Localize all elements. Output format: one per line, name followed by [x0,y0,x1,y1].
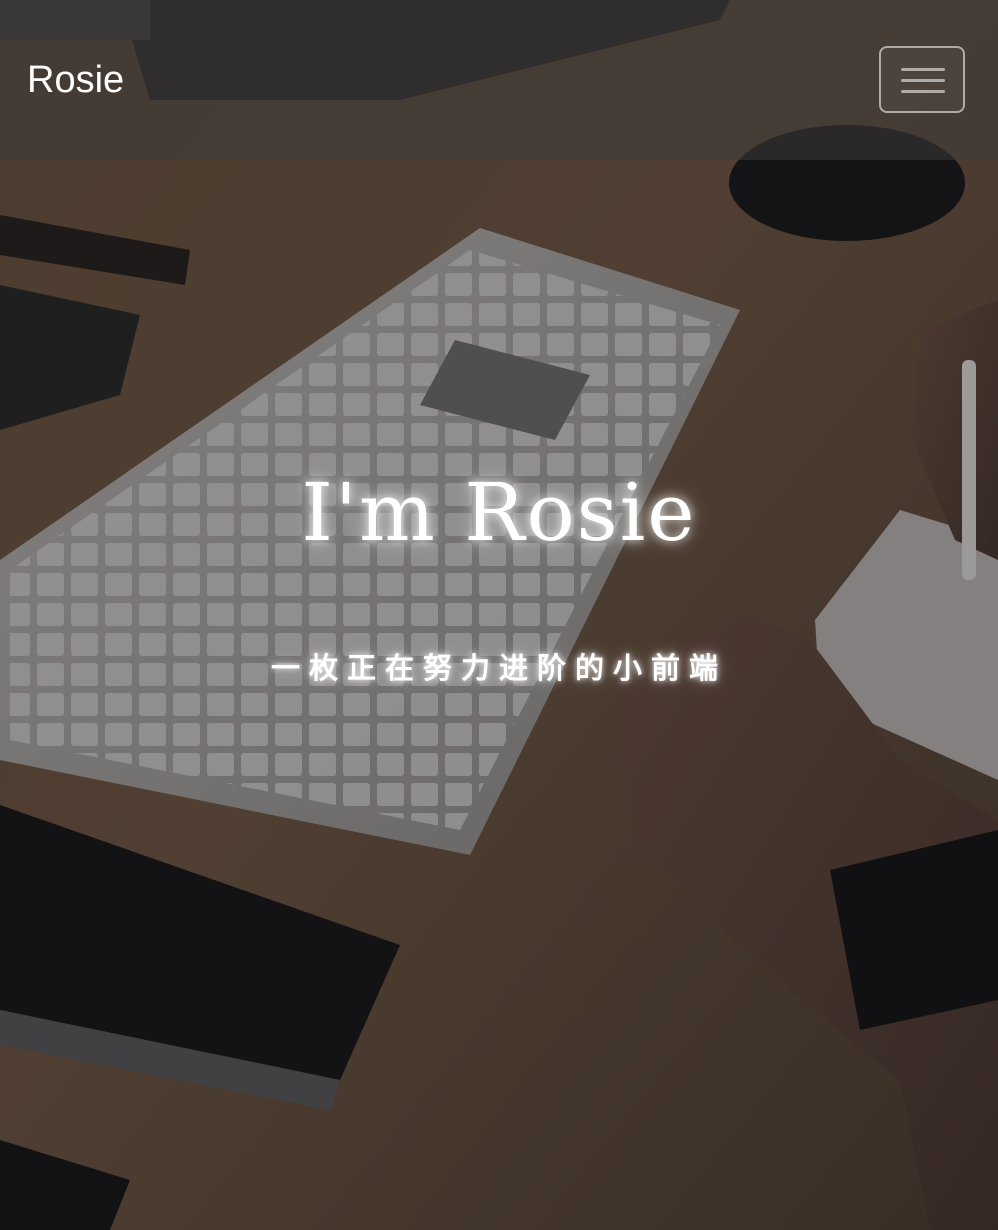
navbar: Rosie [0,0,998,160]
menu-toggle-button[interactable] [879,46,965,113]
hero-title: I'm Rosie [301,466,697,559]
hamburger-menu-icon-line [901,79,945,82]
hero-subtitle: 一枚正在努力进阶的小前端 [270,651,727,685]
hamburger-menu-icon-line [901,90,945,93]
page: Rosie I'm Rosie 一枚正在努力进阶的小前端 [0,0,998,1230]
brand-link[interactable]: Rosie [27,56,124,104]
hero-background-image [0,0,998,1230]
hamburger-menu-icon [901,68,945,71]
